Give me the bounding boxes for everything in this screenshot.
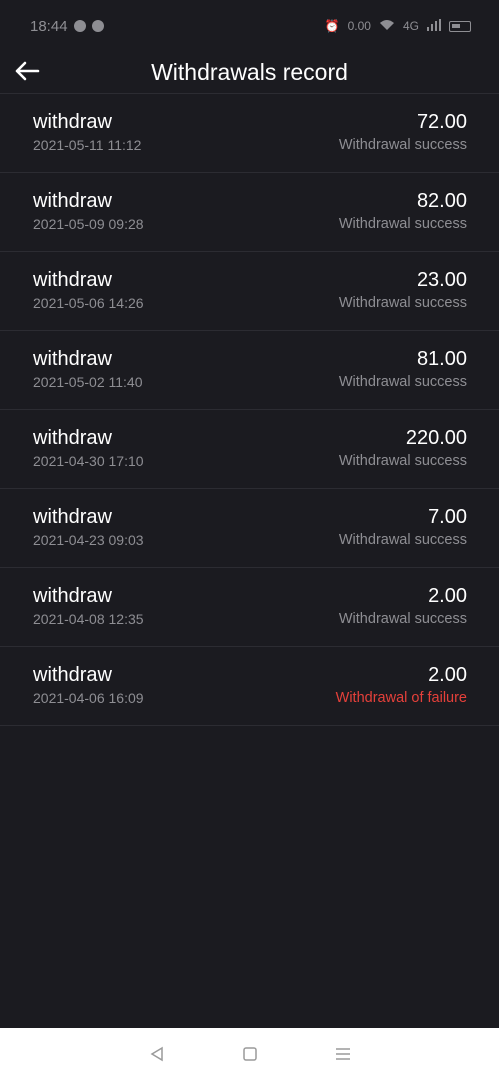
status-time: 18:44 <box>30 17 68 35</box>
arrow-left-icon <box>15 61 40 81</box>
nav-menu-button[interactable] <box>328 1039 358 1069</box>
record-date: 2021-04-23 09:03 <box>33 532 144 548</box>
record-date: 2021-05-09 09:28 <box>33 216 144 232</box>
wifi-icon <box>379 19 395 34</box>
record-amount: 220.00 <box>405 427 467 449</box>
record-label: withdraw <box>33 664 112 686</box>
list-item[interactable]: withdraw 2021-04-08 12:35 2.00 Withdrawa… <box>0 568 499 647</box>
record-amount: 2.00 <box>428 585 467 607</box>
status-bar: 18:44 ⏰ 0.00 4G <box>0 0 499 52</box>
record-label: withdraw <box>33 427 112 449</box>
record-label: withdraw <box>33 190 112 212</box>
record-date: 2021-04-30 17:10 <box>33 453 144 469</box>
list-item[interactable]: withdraw 2021-04-06 16:09 2.00 Withdrawa… <box>0 647 499 726</box>
record-status: Withdrawal success <box>338 374 467 390</box>
list-item[interactable]: withdraw 2021-04-23 09:03 7.00 Withdrawa… <box>0 489 499 568</box>
record-label: withdraw <box>33 506 112 528</box>
header: Withdrawals record <box>0 52 499 94</box>
nav-back-button[interactable] <box>142 1039 172 1069</box>
record-date: 2021-04-06 16:09 <box>33 690 144 706</box>
menu-lines-icon <box>335 1048 350 1060</box>
nav-home-button[interactable] <box>235 1039 265 1069</box>
network-speed: 0.00 <box>347 19 371 33</box>
system-nav-bar <box>0 1028 499 1080</box>
record-date: 2021-04-08 12:35 <box>33 611 144 627</box>
list-item[interactable]: withdraw 2021-05-09 09:28 82.00 Withdraw… <box>0 173 499 252</box>
chat-notification-icon <box>91 20 104 32</box>
record-amount: 23.00 <box>416 269 467 291</box>
alarm-icon: ⏰ <box>324 19 340 33</box>
battery-icon <box>449 20 471 32</box>
record-status: Withdrawal success <box>338 295 467 311</box>
record-amount: 81.00 <box>416 348 467 370</box>
withdrawal-list: withdraw 2021-05-11 11:12 72.00 Withdraw… <box>0 94 499 726</box>
triangle-back-icon <box>150 1046 163 1062</box>
record-date: 2021-05-06 14:26 <box>33 295 144 311</box>
record-amount: 2.00 <box>428 664 467 686</box>
signal-label: 4G <box>402 19 419 33</box>
record-amount: 72.00 <box>416 111 467 133</box>
record-label: withdraw <box>33 111 112 133</box>
record-status: Withdrawal success <box>338 216 467 232</box>
record-label: withdraw <box>33 269 112 291</box>
record-label: withdraw <box>33 348 112 370</box>
page-title: Withdrawals record <box>151 59 348 85</box>
notification-icon <box>73 20 86 32</box>
back-button[interactable] <box>10 54 44 88</box>
record-amount: 82.00 <box>416 190 467 212</box>
record-amount: 7.00 <box>428 506 467 528</box>
record-status-failure: Withdrawal of failure <box>335 690 467 706</box>
record-date: 2021-05-11 11:12 <box>33 137 142 153</box>
record-label: withdraw <box>33 585 112 607</box>
record-status: Withdrawal success <box>338 532 467 548</box>
square-home-icon <box>242 1047 257 1061</box>
signal-icon <box>427 18 441 34</box>
record-date: 2021-05-02 11:40 <box>33 374 143 390</box>
record-status: Withdrawal success <box>338 453 467 469</box>
record-status: Withdrawal success <box>338 137 467 153</box>
list-item[interactable]: withdraw 2021-04-30 17:10 220.00 Withdra… <box>0 410 499 489</box>
list-item[interactable]: withdraw 2021-05-02 11:40 81.00 Withdraw… <box>0 331 499 410</box>
record-status: Withdrawal success <box>338 611 467 627</box>
list-item[interactable]: withdraw 2021-05-06 14:26 23.00 Withdraw… <box>0 252 499 331</box>
list-item[interactable]: withdraw 2021-05-11 11:12 72.00 Withdraw… <box>0 94 499 173</box>
